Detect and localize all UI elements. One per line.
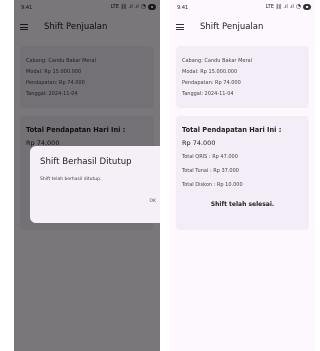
menu-icon[interactable] <box>176 24 184 31</box>
app-bar: Shift Penjualan <box>170 16 315 40</box>
modal-text: Modal: Rp 15.000.000 <box>182 69 238 75</box>
total-tunai: Total Tunai : Rp 37.000 <box>182 168 239 174</box>
status-icons: LTE ⛓ .ıl .ıl ◔ ▪ <box>266 4 311 10</box>
status-time: 9:41 <box>177 5 189 11</box>
total-qris: Total QRIS : Rp 47.000 <box>182 154 238 160</box>
shift-info-card: Cabang: Candu Bakar Meral Modal: Rp 15.0… <box>176 46 309 108</box>
tanggal-text: Tanggal: 2024-11-04 <box>182 91 234 97</box>
shift-closed-dialog: Shift Berhasil Ditutup Shift telah berha… <box>30 146 160 223</box>
status-bar: 9:41 LTE ⛓ .ıl .ıl ◔ ▪ <box>170 0 315 16</box>
dialog-title: Shift Berhasil Ditutup <box>40 157 132 167</box>
page-title: Shift Penjualan <box>200 22 264 32</box>
pendapatan-text: Pendapatan: Rp 74.000 <box>182 80 241 86</box>
summary-heading: Total Pendapatan Hari Ini : <box>182 126 282 134</box>
network-indicators: LTE ⛓ .ıl .ıl <box>265 4 294 10</box>
screen-after-close: 9:41 LTE ⛓ .ıl .ıl ◔ ▪ Shift Penjualan C… <box>170 0 315 351</box>
ok-button[interactable]: OK <box>150 199 157 204</box>
wifi-icon: ◔ <box>295 3 301 10</box>
total-diskon: Total Diskon : Rp 10.000 <box>182 182 243 188</box>
dialog-message: Shift telah berhasil ditutup. <box>40 177 102 182</box>
total-amount: Rp 74.000 <box>182 139 216 147</box>
summary-card: Total Pendapatan Hari Ini : Rp 74.000 To… <box>176 116 309 230</box>
screen-with-dialog: 9:41 LTE ⛓ .ıl .ıl ◔ ▪ Shift Penjualan C… <box>14 0 160 351</box>
shift-closed-message: Shift telah selesai. <box>210 201 275 208</box>
battery-icon: ▪ <box>303 4 311 10</box>
cabang-text: Cabang: Candu Bakar Meral <box>182 58 252 64</box>
